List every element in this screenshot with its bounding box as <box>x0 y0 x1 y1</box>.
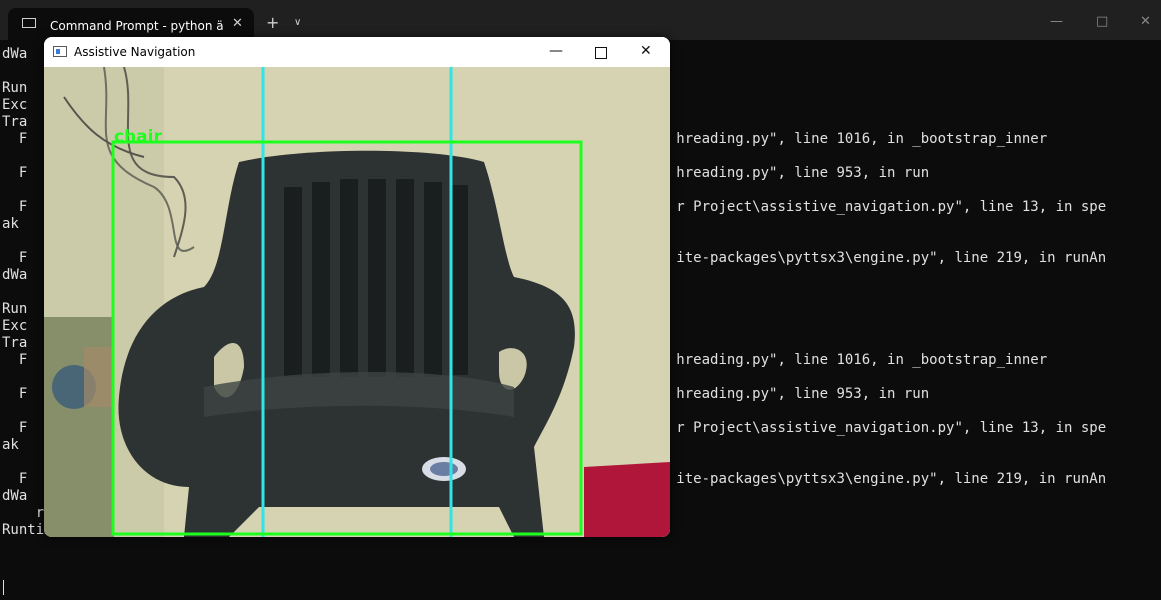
nav-maximize-button[interactable] <box>595 47 607 59</box>
nav-window-titlebar[interactable]: Assistive Navigation — ✕ <box>44 37 670 67</box>
nav-minimize-button[interactable]: — <box>549 43 563 59</box>
nav-window-title: Assistive Navigation <box>74 45 196 59</box>
camera-feed: chair <box>44 67 670 537</box>
assistive-navigation-window[interactable]: Assistive Navigation — ✕ chair <box>44 37 670 537</box>
app-window-icon <box>53 46 67 57</box>
nav-close-button[interactable]: ✕ <box>640 43 652 59</box>
detection-label: chair <box>114 127 162 147</box>
terminal-tab-bar: Command Prompt - python ä ✕ + ∨ — □ ✕ <box>0 0 1161 40</box>
terminal-tab-title: Command Prompt - python ä <box>50 19 224 33</box>
terminal-close-button[interactable]: ✕ <box>1140 14 1151 29</box>
terminal-tab[interactable]: Command Prompt - python ä ✕ <box>8 8 254 40</box>
terminal-icon <box>22 18 36 28</box>
new-tab-button[interactable]: + <box>266 15 279 31</box>
text-cursor <box>3 580 4 595</box>
terminal-minimize-button[interactable]: — <box>1050 14 1063 29</box>
close-tab-icon[interactable]: ✕ <box>232 16 243 31</box>
terminal-maximize-button[interactable]: □ <box>1096 14 1108 29</box>
tab-dropdown-icon[interactable]: ∨ <box>294 17 301 28</box>
